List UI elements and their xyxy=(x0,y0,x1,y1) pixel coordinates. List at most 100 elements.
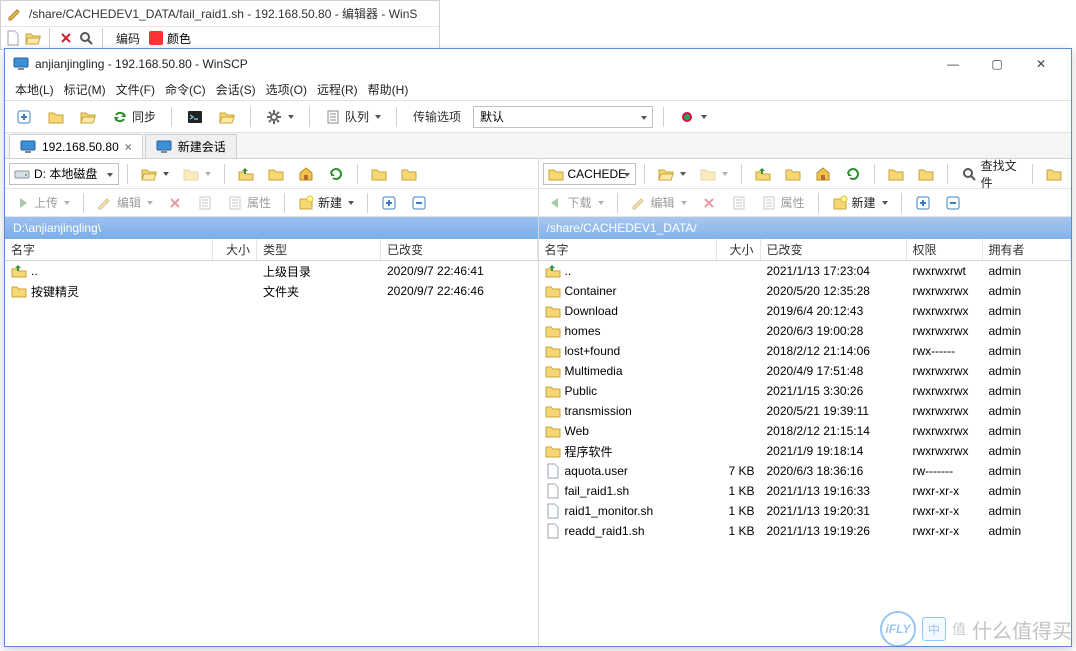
remote-header[interactable]: 名字 大小 已改变 权限 拥有者 xyxy=(539,239,1072,261)
terminal-button[interactable] xyxy=(182,105,208,129)
remote-home-button[interactable] xyxy=(810,162,836,186)
local-header[interactable]: 名字 大小 类型 已改变 xyxy=(5,239,538,261)
remote-expand-button[interactable] xyxy=(910,191,936,215)
menu-local[interactable]: 本地(L) xyxy=(15,81,54,98)
menu-command[interactable]: 命令(C) xyxy=(165,81,206,98)
menu-file[interactable]: 文件(F) xyxy=(116,81,155,98)
remote-delete-button[interactable] xyxy=(696,191,722,215)
local-parent-button[interactable] xyxy=(233,162,259,186)
list-item[interactable]: homes2020/6/3 19:00:28rwxrwxrwxadmin xyxy=(539,321,1072,341)
local-edit-button[interactable]: 编辑 xyxy=(92,191,158,215)
rcol-size[interactable]: 大小 xyxy=(717,239,761,260)
rcol-rights[interactable]: 权限 xyxy=(907,239,983,260)
remote-fwd-button[interactable] xyxy=(695,162,733,186)
close-button[interactable]: ✕ xyxy=(1019,49,1063,79)
menu-option[interactable]: 选项(O) xyxy=(266,81,307,98)
color-swatch[interactable] xyxy=(149,31,163,45)
list-item[interactable]: Web2018/2/12 21:15:14rwxrwxrwxadmin xyxy=(539,421,1072,441)
local-bookmark1[interactable] xyxy=(366,162,392,186)
local-expand-button[interactable] xyxy=(376,191,402,215)
list-item[interactable]: 按键精灵文件夹2020/9/7 22:46:46 xyxy=(5,281,538,301)
rcol-changed[interactable]: 已改变 xyxy=(761,239,907,260)
rcol-name[interactable]: 名字 xyxy=(539,239,717,260)
list-item[interactable]: readd_raid1.sh1 KB2021/1/13 19:19:26rwxr… xyxy=(539,521,1072,541)
list-item[interactable]: ..2021/1/13 17:23:04rwxrwxrwtadmin xyxy=(539,261,1072,281)
list-item[interactable]: fail_raid1.sh1 KB2021/1/13 19:16:33rwxr-… xyxy=(539,481,1072,501)
remote-bookmark1[interactable] xyxy=(883,162,909,186)
rcol-owner[interactable]: 拥有者 xyxy=(983,239,1072,260)
remote-parent-button[interactable] xyxy=(750,162,776,186)
remote-drive-combo[interactable]: CACHEDE xyxy=(543,163,637,185)
menubar[interactable]: 本地(L) 标记(M) 文件(F) 命令(C) 会话(S) 选项(O) 远程(R… xyxy=(5,79,1071,101)
remote-extra-button[interactable] xyxy=(1041,162,1067,186)
col-type[interactable]: 类型 xyxy=(257,239,381,260)
col-changed[interactable]: 已改变 xyxy=(381,239,538,260)
remote-collapse-button[interactable] xyxy=(940,191,966,215)
remote-props-button[interactable]: 属性 xyxy=(756,191,810,215)
local-home-button[interactable] xyxy=(293,162,319,186)
upload-button[interactable]: 上传 xyxy=(9,191,75,215)
list-item[interactable]: Download2019/6/4 20:12:43rwxrwxrwxadmin xyxy=(539,301,1072,321)
remote-path[interactable]: /share/CACHEDEV1_DATA/ xyxy=(539,217,1072,239)
list-item[interactable]: Public2021/1/15 3:30:26rwxrwxrwxadmin xyxy=(539,381,1072,401)
btn-compare[interactable] xyxy=(43,105,69,129)
local-refresh-button[interactable] xyxy=(323,162,349,186)
list-item[interactable]: Multimedia2020/4/9 17:51:48rwxrwxrwxadmi… xyxy=(539,361,1072,381)
col-size[interactable]: 大小 xyxy=(213,239,257,260)
local-collapse-button[interactable] xyxy=(406,191,432,215)
list-item[interactable]: aquota.user7 KB2020/6/3 18:36:16rw------… xyxy=(539,461,1072,481)
titlebar[interactable]: anjianjingling - 192.168.50.80 - WinSCP … xyxy=(5,49,1071,79)
session-tab[interactable]: 192.168.50.80 × xyxy=(9,134,143,158)
local-drive-combo[interactable]: D: 本地磁盘 xyxy=(9,163,119,185)
local-props-button[interactable]: 属性 xyxy=(222,191,276,215)
remote-bookmark2[interactable] xyxy=(913,162,939,186)
menu-mark[interactable]: 标记(M) xyxy=(64,81,106,98)
settings-button[interactable] xyxy=(261,105,299,129)
transfer-preset-combo[interactable]: 默认 xyxy=(473,106,653,128)
local-rename-button[interactable] xyxy=(192,191,218,215)
new-session-tab[interactable]: 新建会话 xyxy=(145,134,237,158)
list-item[interactable]: raid1_monitor.sh1 KB2021/1/13 19:20:31rw… xyxy=(539,501,1072,521)
list-item[interactable]: lost+found2018/2/12 21:14:06rwx------adm… xyxy=(539,341,1072,361)
col-name[interactable]: 名字 xyxy=(5,239,213,260)
local-path[interactable]: D:\anjianjingling\ xyxy=(5,217,538,239)
maximize-button[interactable]: ▢ xyxy=(975,49,1019,79)
sync-button[interactable]: 同步 xyxy=(107,105,161,129)
list-item[interactable]: ..上级目录2020/9/7 22:46:41 xyxy=(5,261,538,281)
minimize-button[interactable]: — xyxy=(931,49,975,79)
local-root-button[interactable] xyxy=(263,162,289,186)
remote-new-button[interactable]: 新建 xyxy=(827,191,893,215)
remote-file-list[interactable]: ..2021/1/13 17:23:04rwxrwxrwtadminContai… xyxy=(539,261,1072,646)
btn-sync-browse[interactable] xyxy=(75,105,101,129)
find-files-button[interactable]: 查找文件 xyxy=(956,162,1025,186)
remote-root-button[interactable] xyxy=(780,162,806,186)
menu-remote[interactable]: 远程(R) xyxy=(317,81,358,98)
download-button[interactable]: 下载 xyxy=(543,191,609,215)
explorer-button[interactable] xyxy=(214,105,240,129)
remote-back-button[interactable] xyxy=(653,162,691,186)
remote-refresh-button[interactable] xyxy=(840,162,866,186)
menu-session[interactable]: 会话(S) xyxy=(216,81,256,98)
list-item[interactable]: Container2020/5/20 12:35:28rwxrwxrwxadmi… xyxy=(539,281,1072,301)
local-file-list[interactable]: ..上级目录2020/9/7 22:46:41按键精灵文件夹2020/9/7 2… xyxy=(5,261,538,646)
local-back-button[interactable] xyxy=(136,162,174,186)
transfer-label: 传输选项 xyxy=(413,108,461,125)
local-fwd-button[interactable] xyxy=(178,162,216,186)
list-item[interactable]: 程序软件2021/1/9 19:18:14rwxrwxrwxadmin xyxy=(539,441,1072,461)
remote-edit-button[interactable]: 编辑 xyxy=(626,191,692,215)
local-delete-button[interactable] xyxy=(162,191,188,215)
terminal-icon xyxy=(187,109,203,125)
close-tab-icon[interactable]: × xyxy=(125,140,132,154)
folder-icon xyxy=(545,303,561,319)
toggle-button[interactable] xyxy=(674,105,712,129)
remote-rename-button[interactable] xyxy=(726,191,752,215)
list-item[interactable]: transmission2020/5/21 19:39:11rwxrwxrwxa… xyxy=(539,401,1072,421)
btn-server-1[interactable] xyxy=(11,105,37,129)
menu-help[interactable]: 帮助(H) xyxy=(368,81,409,98)
encoding-label[interactable]: 编码 xyxy=(111,27,145,49)
queue-button[interactable]: 队列 xyxy=(320,105,386,129)
up-icon xyxy=(545,263,561,279)
local-bookmark2[interactable] xyxy=(396,162,422,186)
local-new-button[interactable]: 新建 xyxy=(293,191,359,215)
file-rights: rwxr-xr-x xyxy=(907,504,983,518)
